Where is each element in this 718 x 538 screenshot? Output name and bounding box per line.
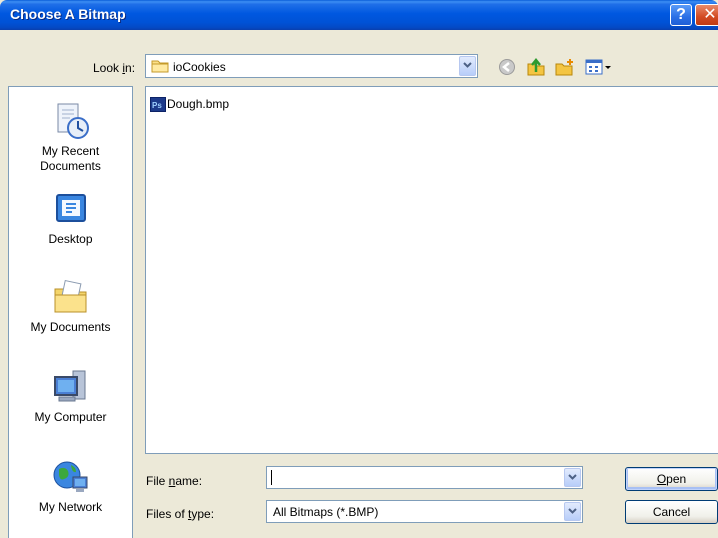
- choose-bitmap-dialog: Choose A Bitmap ? ✕ Look in: ioCookies M…: [0, 0, 718, 538]
- close-icon: ✕: [703, 6, 717, 23]
- place-my-network[interactable]: My Network: [9, 457, 132, 515]
- dialog-title: Choose A Bitmap: [10, 6, 126, 22]
- title-bar[interactable]: Choose A Bitmap ? ✕: [0, 0, 718, 30]
- my-network-icon: [53, 461, 87, 492]
- look-in-dropdown-button[interactable]: [459, 56, 476, 76]
- file-type-value: All Bitmaps (*.BMP): [273, 505, 379, 519]
- file-name-dropdown-button[interactable]: [564, 468, 581, 487]
- svg-text:Ps: Ps: [152, 101, 162, 110]
- place-label: My Network: [38, 500, 103, 514]
- chevron-down-icon: [463, 62, 472, 68]
- cancel-button[interactable]: Cancel: [625, 500, 718, 524]
- file-type-label: Files of type:: [146, 507, 215, 521]
- help-icon: ?: [676, 6, 686, 23]
- file-name-label: File name:: [146, 474, 203, 488]
- place-label: Desktop: [48, 232, 93, 246]
- place-label: My Computer: [34, 410, 107, 424]
- my-documents-icon: [54, 279, 86, 313]
- file-list[interactable]: Ps Dough.bmp: [145, 86, 718, 454]
- close-button[interactable]: ✕: [695, 4, 718, 26]
- text-caret: [271, 470, 272, 485]
- chevron-down-icon: [568, 474, 577, 480]
- place-label-line2: Documents: [40, 159, 101, 173]
- recent-documents-icon: [57, 103, 89, 139]
- place-my-computer[interactable]: My Computer: [9, 367, 132, 425]
- file-name: Dough.bmp: [167, 97, 230, 111]
- file-type-combobox[interactable]: All Bitmaps (*.BMP): [266, 500, 583, 523]
- file-type-dropdown-button[interactable]: [564, 502, 581, 521]
- place-my-recent-documents[interactable]: My Recent Documents: [9, 101, 132, 174]
- help-button[interactable]: ?: [670, 4, 692, 26]
- chevron-down-icon: [568, 508, 577, 514]
- places-bar: My Recent Documents Desktop My Documents: [8, 86, 133, 538]
- list-item[interactable]: Ps Dough.bmp: [150, 96, 229, 115]
- file-name-input[interactable]: [266, 466, 583, 489]
- up-folder-icon[interactable]: [526, 57, 546, 79]
- photoshop-bmp-icon: Ps: [150, 97, 166, 112]
- folder-icon: [151, 59, 169, 76]
- look-in-value: ioCookies: [173, 60, 226, 74]
- place-label: My Documents: [30, 320, 111, 334]
- look-in-combobox[interactable]: ioCookies: [145, 54, 478, 78]
- desktop-icon: [55, 194, 86, 222]
- place-desktop[interactable]: Desktop: [9, 191, 132, 247]
- new-folder-icon[interactable]: [555, 58, 575, 79]
- my-computer-icon: [53, 370, 85, 402]
- look-in-label: Look in:: [93, 61, 136, 75]
- place-my-documents[interactable]: My Documents: [9, 277, 132, 335]
- back-icon[interactable]: [498, 58, 516, 79]
- place-label: My Recent: [41, 144, 100, 158]
- open-button[interactable]: Open: [625, 467, 718, 491]
- views-menu-icon[interactable]: [585, 58, 613, 79]
